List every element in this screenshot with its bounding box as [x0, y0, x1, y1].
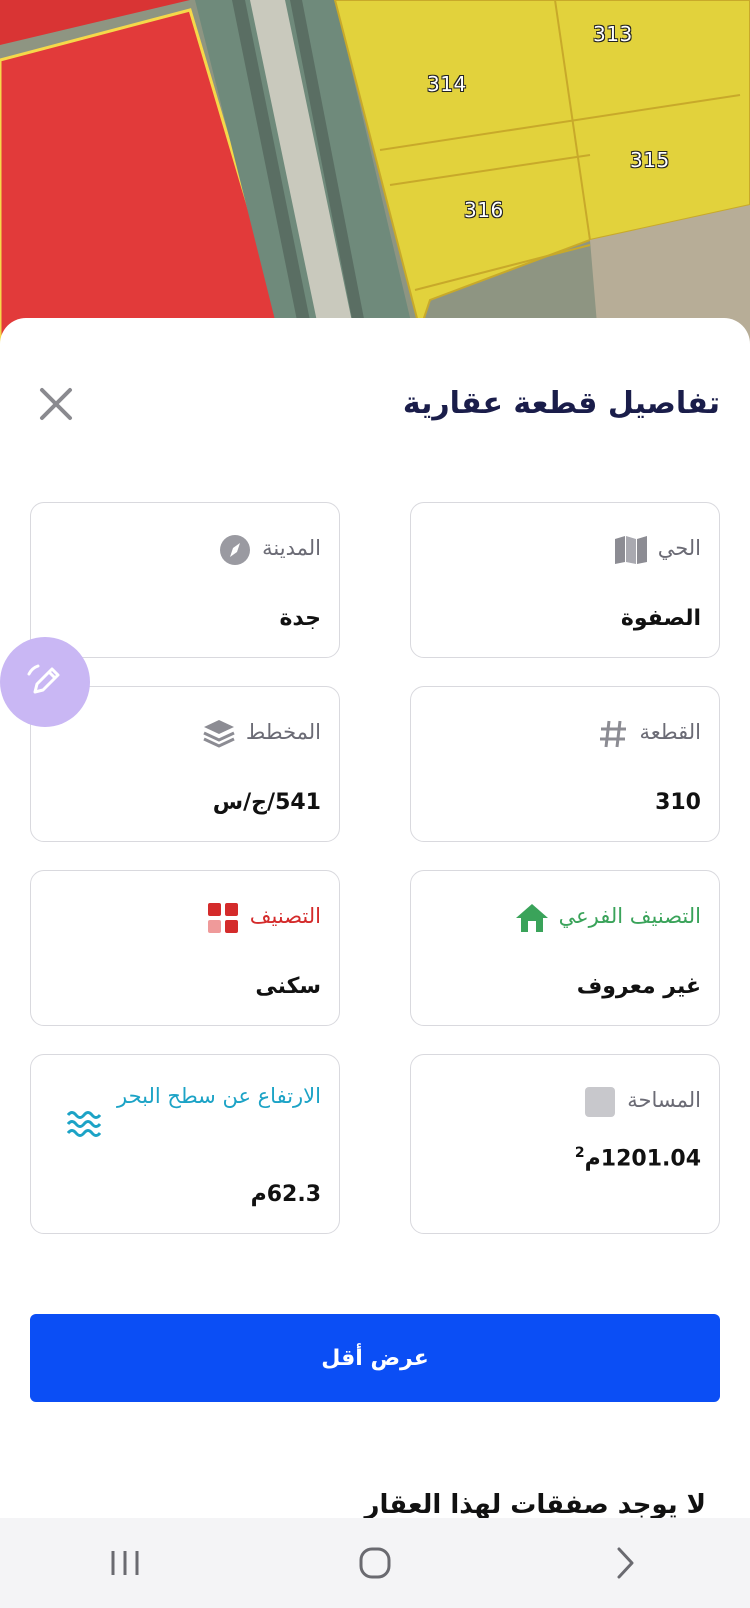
map-view[interactable]: 313 314 315 316: [0, 0, 750, 360]
parcel-details-sheet: تفاصيل قطعة عقارية الحي الصفوة المدينة ج…: [0, 318, 750, 1608]
close-icon: [40, 388, 72, 420]
waves-icon: [67, 1107, 101, 1141]
system-nav-bar: [0, 1518, 750, 1608]
card-value: 310: [655, 790, 701, 815]
edit-fab-button[interactable]: [0, 637, 90, 727]
layers-icon: [202, 717, 236, 751]
area-value: 1201.04م: [584, 1146, 701, 1171]
card-label: المساحة: [627, 1088, 701, 1112]
card-value: 62.3م: [250, 1182, 321, 1207]
card-classification: التصنيف سكنى: [30, 870, 340, 1026]
card-area: المساحة 1201.04م2: [410, 1054, 720, 1234]
show-less-button[interactable]: عرض أقل: [30, 1314, 720, 1402]
card-label: الحي: [657, 536, 701, 560]
square-icon: [583, 1085, 617, 1119]
grid-icon: [206, 901, 240, 935]
card-elevation: الارتفاع عن سطح البحر 62.3م: [30, 1054, 340, 1234]
parcel-label-313[interactable]: 313: [593, 22, 633, 46]
card-value: سكنى: [255, 974, 321, 999]
sheet-header: تفاصيل قطعة عقارية: [0, 378, 750, 438]
card-subclassification: التصنيف الفرعي غير معروف: [410, 870, 720, 1026]
map-icon: [614, 533, 648, 567]
area-unit-superscript: 2: [574, 1144, 585, 1161]
card-label: الارتفاع عن سطح البحر: [117, 1084, 321, 1108]
satellite-map[interactable]: [0, 0, 750, 360]
card-label: المخطط: [245, 720, 321, 744]
parcel-label-315[interactable]: 315: [630, 148, 670, 172]
card-value: الصفوة: [620, 606, 701, 631]
card-value: جدة: [279, 606, 321, 631]
hash-icon: [596, 717, 630, 751]
card-value: 541/ج/س: [212, 790, 321, 815]
home-button[interactable]: [315, 1528, 435, 1598]
parcel-label-314[interactable]: 314: [427, 72, 467, 96]
home-circle-icon: [359, 1547, 391, 1579]
card-label: المدينة: [262, 536, 321, 560]
sheet-title: تفاصيل قطعة عقارية: [402, 386, 720, 421]
pencil-icon: [27, 664, 60, 694]
card-value: 1201.04م2: [575, 1145, 701, 1171]
card-label: التصنيف الفرعي: [558, 904, 701, 928]
home-icon: [515, 901, 549, 935]
chevron-right-icon: [617, 1547, 634, 1579]
card-city: المدينة جدة: [30, 502, 340, 658]
card-label: القطعة: [639, 720, 701, 744]
recents-button[interactable]: [65, 1528, 185, 1598]
parcel-label-316[interactable]: 316: [464, 198, 504, 222]
no-deals-text: لا يوجد صفقات لهذا العقار: [364, 1490, 706, 1520]
card-value: غير معروف: [576, 974, 701, 999]
card-district: الحي الصفوة: [410, 502, 720, 658]
back-button[interactable]: [565, 1528, 685, 1598]
card-label: التصنيف: [249, 904, 321, 928]
compass-icon: [218, 533, 252, 567]
close-button[interactable]: [34, 382, 78, 426]
card-plot: القطعة 310: [410, 686, 720, 842]
recents-icon: [111, 1551, 139, 1575]
